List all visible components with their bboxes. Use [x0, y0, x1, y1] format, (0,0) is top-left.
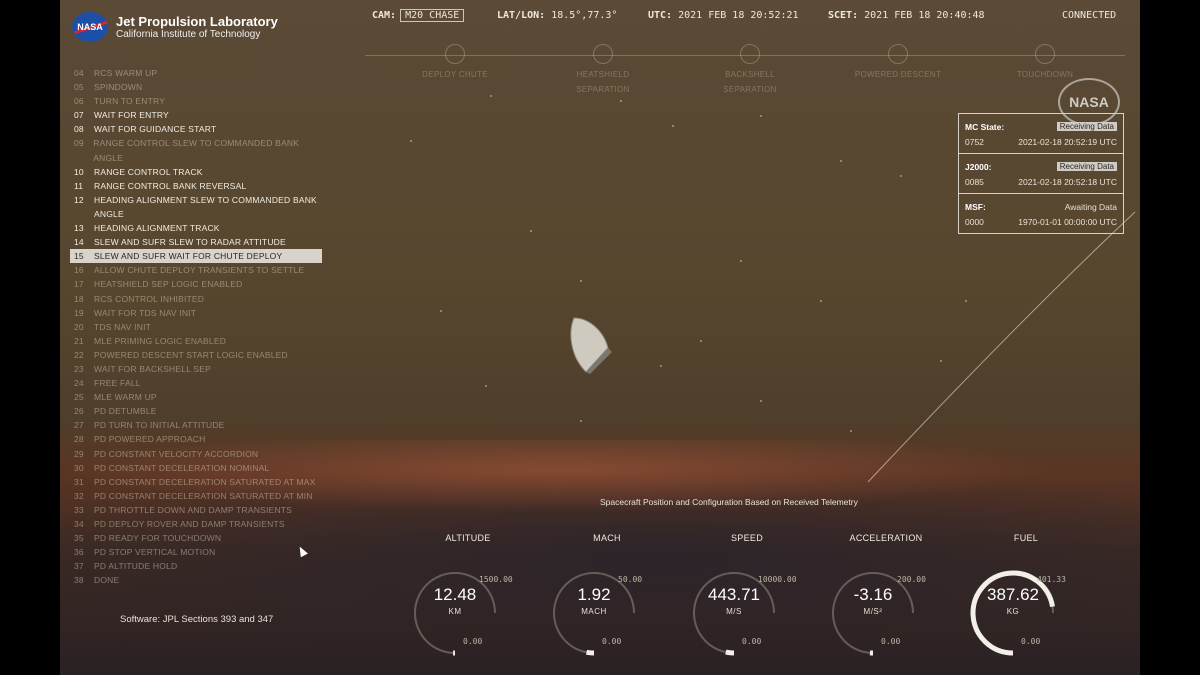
gauge-fill	[725, 649, 735, 656]
gauge-label: ALTITUDE	[445, 533, 491, 543]
touchdown-icon	[1035, 44, 1055, 64]
j2000-block: J2000: Receiving Data 0085 2021-02-18 20:5…	[959, 154, 1123, 194]
list-item: 08 WAIT FOR GUIDANCE START	[74, 124, 217, 135]
gauge-min: 0.00	[1021, 637, 1041, 646]
rocket-icon	[888, 44, 908, 64]
list-item: 18 RCS CONTROL INHIBITED	[74, 293, 205, 304]
gauge-value: 443.71	[708, 585, 760, 604]
msf-block: MSF: Awaiting Data 0000 1970-01-01 00:00:0…	[965, 201, 1117, 227]
gauge-min: 0.00	[881, 637, 901, 646]
list-item: 19 WAIT FOR TDS NAV INIT	[74, 307, 197, 318]
list-item: 32 PD CONSTANT DECELERATION SATURATED AT …	[74, 490, 313, 501]
list-item: 12 HEADING ALIGNMENT SLEW TO COMMANDED BA…	[74, 194, 317, 205]
scet-readout: SCET: 2021 FEB 18 20:40:48	[828, 10, 985, 21]
list-item: 31 PD CONSTANT DECELERATION SATURATED AT …	[74, 476, 316, 487]
utc-readout: UTC: 2021 FEB 18 20:52:21	[648, 10, 799, 21]
gauge-label: MACH	[593, 533, 621, 543]
latlon-readout: LAT/LON: 18.5°,77.3°	[497, 10, 618, 21]
list-item: 34 PD DEPLOY ROVER AND DAMP TRANSIENTS	[74, 519, 285, 529]
list-item: 16 ALLOW CHUTE DEPLOY TRANSIENTS TO SETTL…	[74, 265, 305, 276]
gauge-label: SPEED	[730, 533, 763, 543]
list-item: 28 PD POWERED APPROACH	[74, 434, 206, 445]
gauge-altitude: ALTITUDE 12.48 KM 1500.00 0.00	[403, 533, 533, 656]
gauge-min: 0.00	[602, 637, 622, 646]
list-item: 15 SLEW AND SUFR WAIT FOR CHUTE DEPLOY	[70, 249, 322, 264]
gauge-unit: KM	[448, 607, 462, 616]
status-badge: Awaiting Data	[1064, 201, 1117, 212]
gauge-max: 10000.00	[758, 575, 797, 584]
gauge-max: 50.00	[618, 575, 643, 584]
gauge-value: -3.16	[853, 585, 893, 604]
phase-2: BACKSHELL SEPARATION	[705, 44, 795, 94]
gauge-max: 200.00	[897, 575, 926, 584]
gauge-unit: KG	[1006, 607, 1020, 616]
list-item: 29 PD CONSTANT VELOCITY ACCORDION	[74, 448, 259, 459]
camera-value[interactable]: M20 CHASE	[400, 9, 465, 22]
list-item: 14 SLEW AND SUFR SLEW TO RADAR ATTITUDE	[74, 237, 286, 248]
software-credit: Software: JPL Sections 393 and 347	[120, 614, 274, 625]
gauge-value: 12.48	[433, 585, 477, 604]
list-item: 38 DONE	[74, 575, 120, 586]
telemetry-caption: Spacecraft Position and Configuration Ba…	[600, 497, 858, 507]
list-item: 23 WAIT FOR BACKSHELL SEP	[74, 363, 211, 374]
list-item: 27 PD TURN TO INITIAL ATTITUDE	[74, 420, 225, 431]
gauge-max: 1500.00	[479, 575, 513, 584]
gauge-mach: MACH 1.92 MACH 50.00 0.00	[542, 533, 672, 656]
connection-status: CONNECTED	[1062, 10, 1117, 21]
list-item: 25 MLE WARM UP	[74, 392, 157, 403]
list-item: 13 HEADING ALIGNMENT TRACK	[74, 223, 220, 234]
gauge-min: 0.00	[463, 637, 483, 646]
event-sequence-list: 04 RCS WARM UP 05 SPINDOWN 06 TURN TO ENTRY 07…	[70, 66, 322, 587]
status-badge: Receiving Data	[1056, 122, 1117, 131]
list-item: 06 TURN TO ENTRY	[74, 96, 166, 107]
data-status-panel: MC State: Receiving Data 0752 2021-02-18 2…	[958, 113, 1124, 234]
gauge-fuel: FUEL 387.62 KG 401.33 0.00	[961, 533, 1091, 656]
mc-state-block: MC State: Receiving Data 0752 2021-02-18 2…	[959, 114, 1123, 154]
list-item: 33 PD THROTTLE DOWN AND DAMP TRANSIENTS	[74, 504, 293, 515]
gauge-unit: M/S	[726, 607, 742, 616]
list-item: ANGLE	[94, 208, 124, 219]
list-item: 20 TDS NAV INIT	[74, 321, 152, 332]
list-item: 04 RCS WARM UP	[74, 68, 158, 78]
list-item: 26 PD DETUMBLE	[74, 406, 157, 417]
gauge-unit: MACH	[581, 607, 607, 616]
list-item: 30 PD CONSTANT DECELERATION NOMINAL	[74, 462, 270, 473]
list-item: 37 PD ALTITUDE HOLD	[74, 561, 178, 572]
list-item: 35 PD READY FOR TOUCHDOWN	[74, 533, 222, 544]
list-item: 17 HEATSHIELD SEP LOGIC ENABLED	[74, 279, 243, 290]
telemetry-viewport: NASA Jet Propulsion Laboratory Californi…	[60, 0, 1140, 675]
logo-subtitle: California Institute of Technology	[116, 29, 261, 40]
backshell-icon	[740, 44, 760, 64]
status-badge: Receiving Data	[1056, 162, 1117, 171]
phase-3: POWERED DESCENT	[853, 44, 943, 85]
gauge-label: FUEL	[1013, 533, 1039, 543]
list-item: 09 RANGE CONTROL SLEW TO COMMANDED BANK A…	[74, 138, 300, 163]
gauge-min: 0.00	[742, 637, 762, 646]
gauge-max: 401.33	[1037, 575, 1066, 584]
gauge-unit: M/S²	[863, 607, 883, 616]
phase-1: HEATSHIELD SEPARATION	[558, 44, 648, 94]
list-item: 22 POWERED DESCENT START LOGIC ENABLED	[74, 349, 288, 360]
gauge-acceleration: ACCELERATION -3.16 M/S² 200.00 0.00	[821, 533, 951, 656]
list-item: 36 PD STOP VERTICAL MOTION	[74, 547, 216, 558]
gauge-value: 387.62	[987, 585, 1039, 604]
list-item: 07 WAIT FOR ENTRY	[74, 110, 169, 121]
header-telemetry-bar: CAM: M20 CHASE LAT/LON: 18.5°,77.3° UTC: …	[60, 9, 1140, 26]
list-item: 05 SPINDOWN	[74, 82, 143, 93]
list-item: 21 MLE PRIMING LOGIC ENABLED	[74, 335, 227, 346]
parachute-icon	[445, 44, 465, 64]
list-item: 11 RANGE CONTROL BANK REVERSAL	[74, 180, 247, 191]
camera-selector[interactable]: CAM: M20 CHASE	[372, 9, 465, 22]
list-item: 24 FREE FALL	[74, 378, 141, 389]
spacecraft-capsule	[570, 317, 612, 374]
phase-0: DEPLOY CHUTE	[410, 44, 500, 85]
gauge-value: 1.92	[577, 585, 611, 604]
heatshield-icon	[593, 44, 613, 64]
list-item: 10 RANGE CONTROL TRACK	[74, 166, 203, 177]
gauge-speed: SPEED 443.71 M/S 10000.00 0.00	[682, 533, 812, 656]
gauge-fill	[586, 649, 595, 656]
gauge-label: ACCELERATION	[849, 533, 923, 543]
